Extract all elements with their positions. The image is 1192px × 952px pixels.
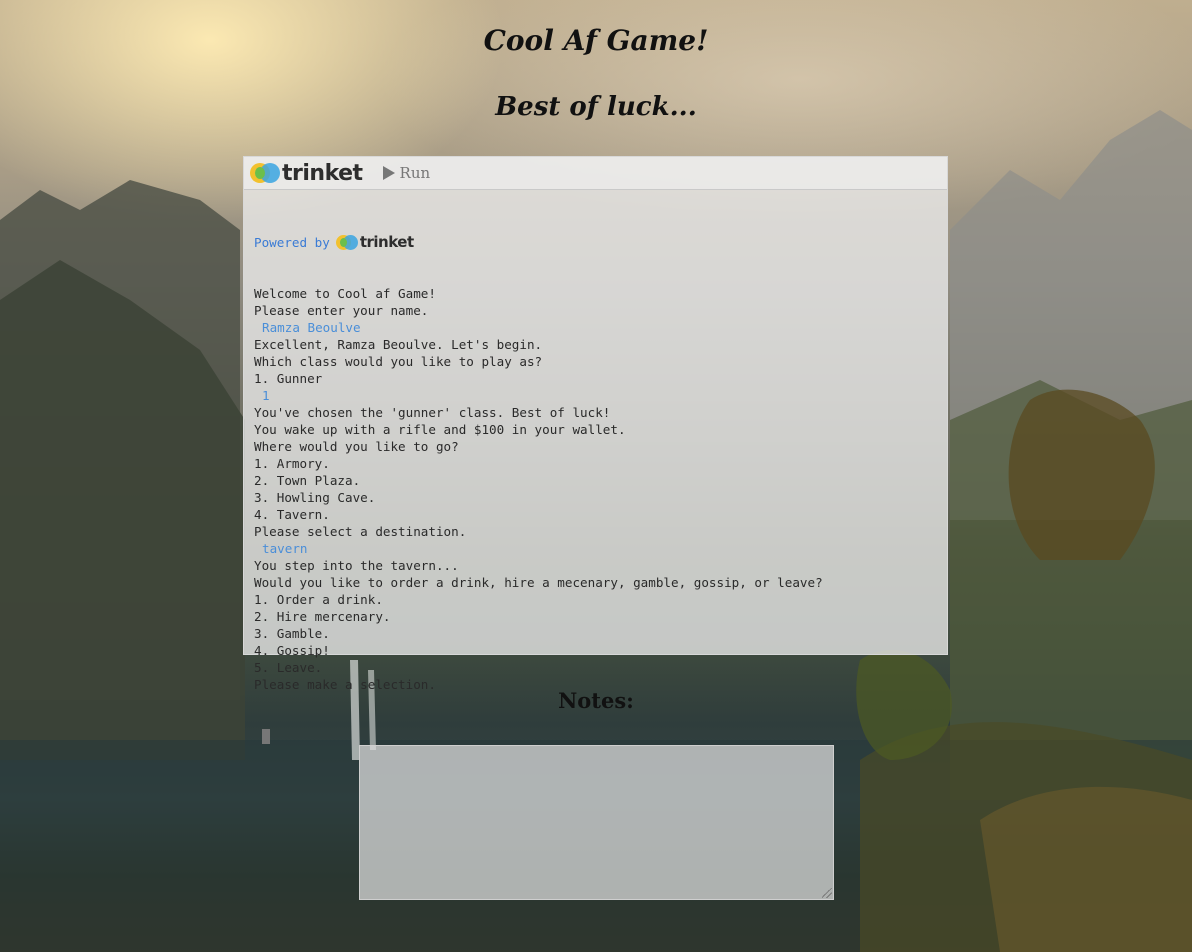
console-line: 4. Tavern. [254, 507, 330, 522]
console-line: 1. Armory. [254, 456, 330, 471]
trinket-embed: trinket Run Powered by trinket Welcome t… [243, 156, 948, 744]
text-cursor [262, 729, 270, 744]
play-icon [382, 166, 395, 180]
console-input-echo: tavern [262, 541, 308, 556]
console-input-echo: Ramza Beoulve [262, 320, 361, 335]
notes-label: Notes: [558, 688, 634, 713]
console-line: Which class would you like to play as? [254, 354, 543, 369]
trinket-toolbar: trinket Run [244, 157, 947, 190]
run-button-label: Run [399, 164, 431, 182]
console-input-echo: 1 [262, 388, 270, 403]
console-line: Please enter your name. [254, 303, 429, 318]
console-line: 2. Hire mercenary. [254, 609, 391, 624]
run-button[interactable]: Run [382, 164, 431, 182]
console-line: You've chosen the 'gunner' class. Best o… [254, 405, 611, 420]
powered-by-label: Powered by [254, 235, 330, 250]
console-line: Please select a destination. [254, 524, 467, 539]
console-line: 1. Gunner [254, 371, 323, 386]
console-line: 2. Town Plaza. [254, 473, 361, 488]
powered-by-logo-text: trinket [359, 233, 414, 251]
console-line: Where would you like to go? [254, 439, 459, 454]
console-line: Welcome to Cool af Game! [254, 286, 436, 301]
trinket-small-logo-icon [335, 235, 358, 250]
console-line: 1. Order a drink. [254, 592, 383, 607]
console-line: Excellent, Ramza Beoulve. Let's begin. [254, 337, 543, 352]
notes-textarea[interactable] [359, 745, 834, 900]
console-line: Would you like to order a drink, hire a … [254, 575, 823, 590]
page-subtitle: Best of luck... [495, 92, 697, 122]
console-line: You wake up with a rifle and $100 in you… [254, 422, 626, 437]
console-line: 3. Howling Cave. [254, 490, 376, 505]
console-line: You step into the tavern... [254, 558, 459, 573]
page-title: Cool Af Game! [483, 24, 709, 57]
trinket-logo[interactable]: trinket [250, 161, 363, 186]
trinket-logo-text: trinket [282, 160, 363, 186]
resize-handle-icon[interactable] [822, 888, 832, 898]
console-input-line[interactable] [254, 727, 947, 744]
console-lines: Welcome to Cool af Game! Please enter you… [254, 285, 947, 693]
console-line: 4. Gossip! [254, 643, 330, 658]
console-line: 5. Leave. [254, 660, 323, 675]
powered-by-logo: trinket [335, 233, 414, 251]
trinket-logo-icon [250, 163, 280, 183]
powered-by[interactable]: Powered by trinket [254, 234, 947, 251]
console-line: 3. Gamble. [254, 626, 330, 641]
